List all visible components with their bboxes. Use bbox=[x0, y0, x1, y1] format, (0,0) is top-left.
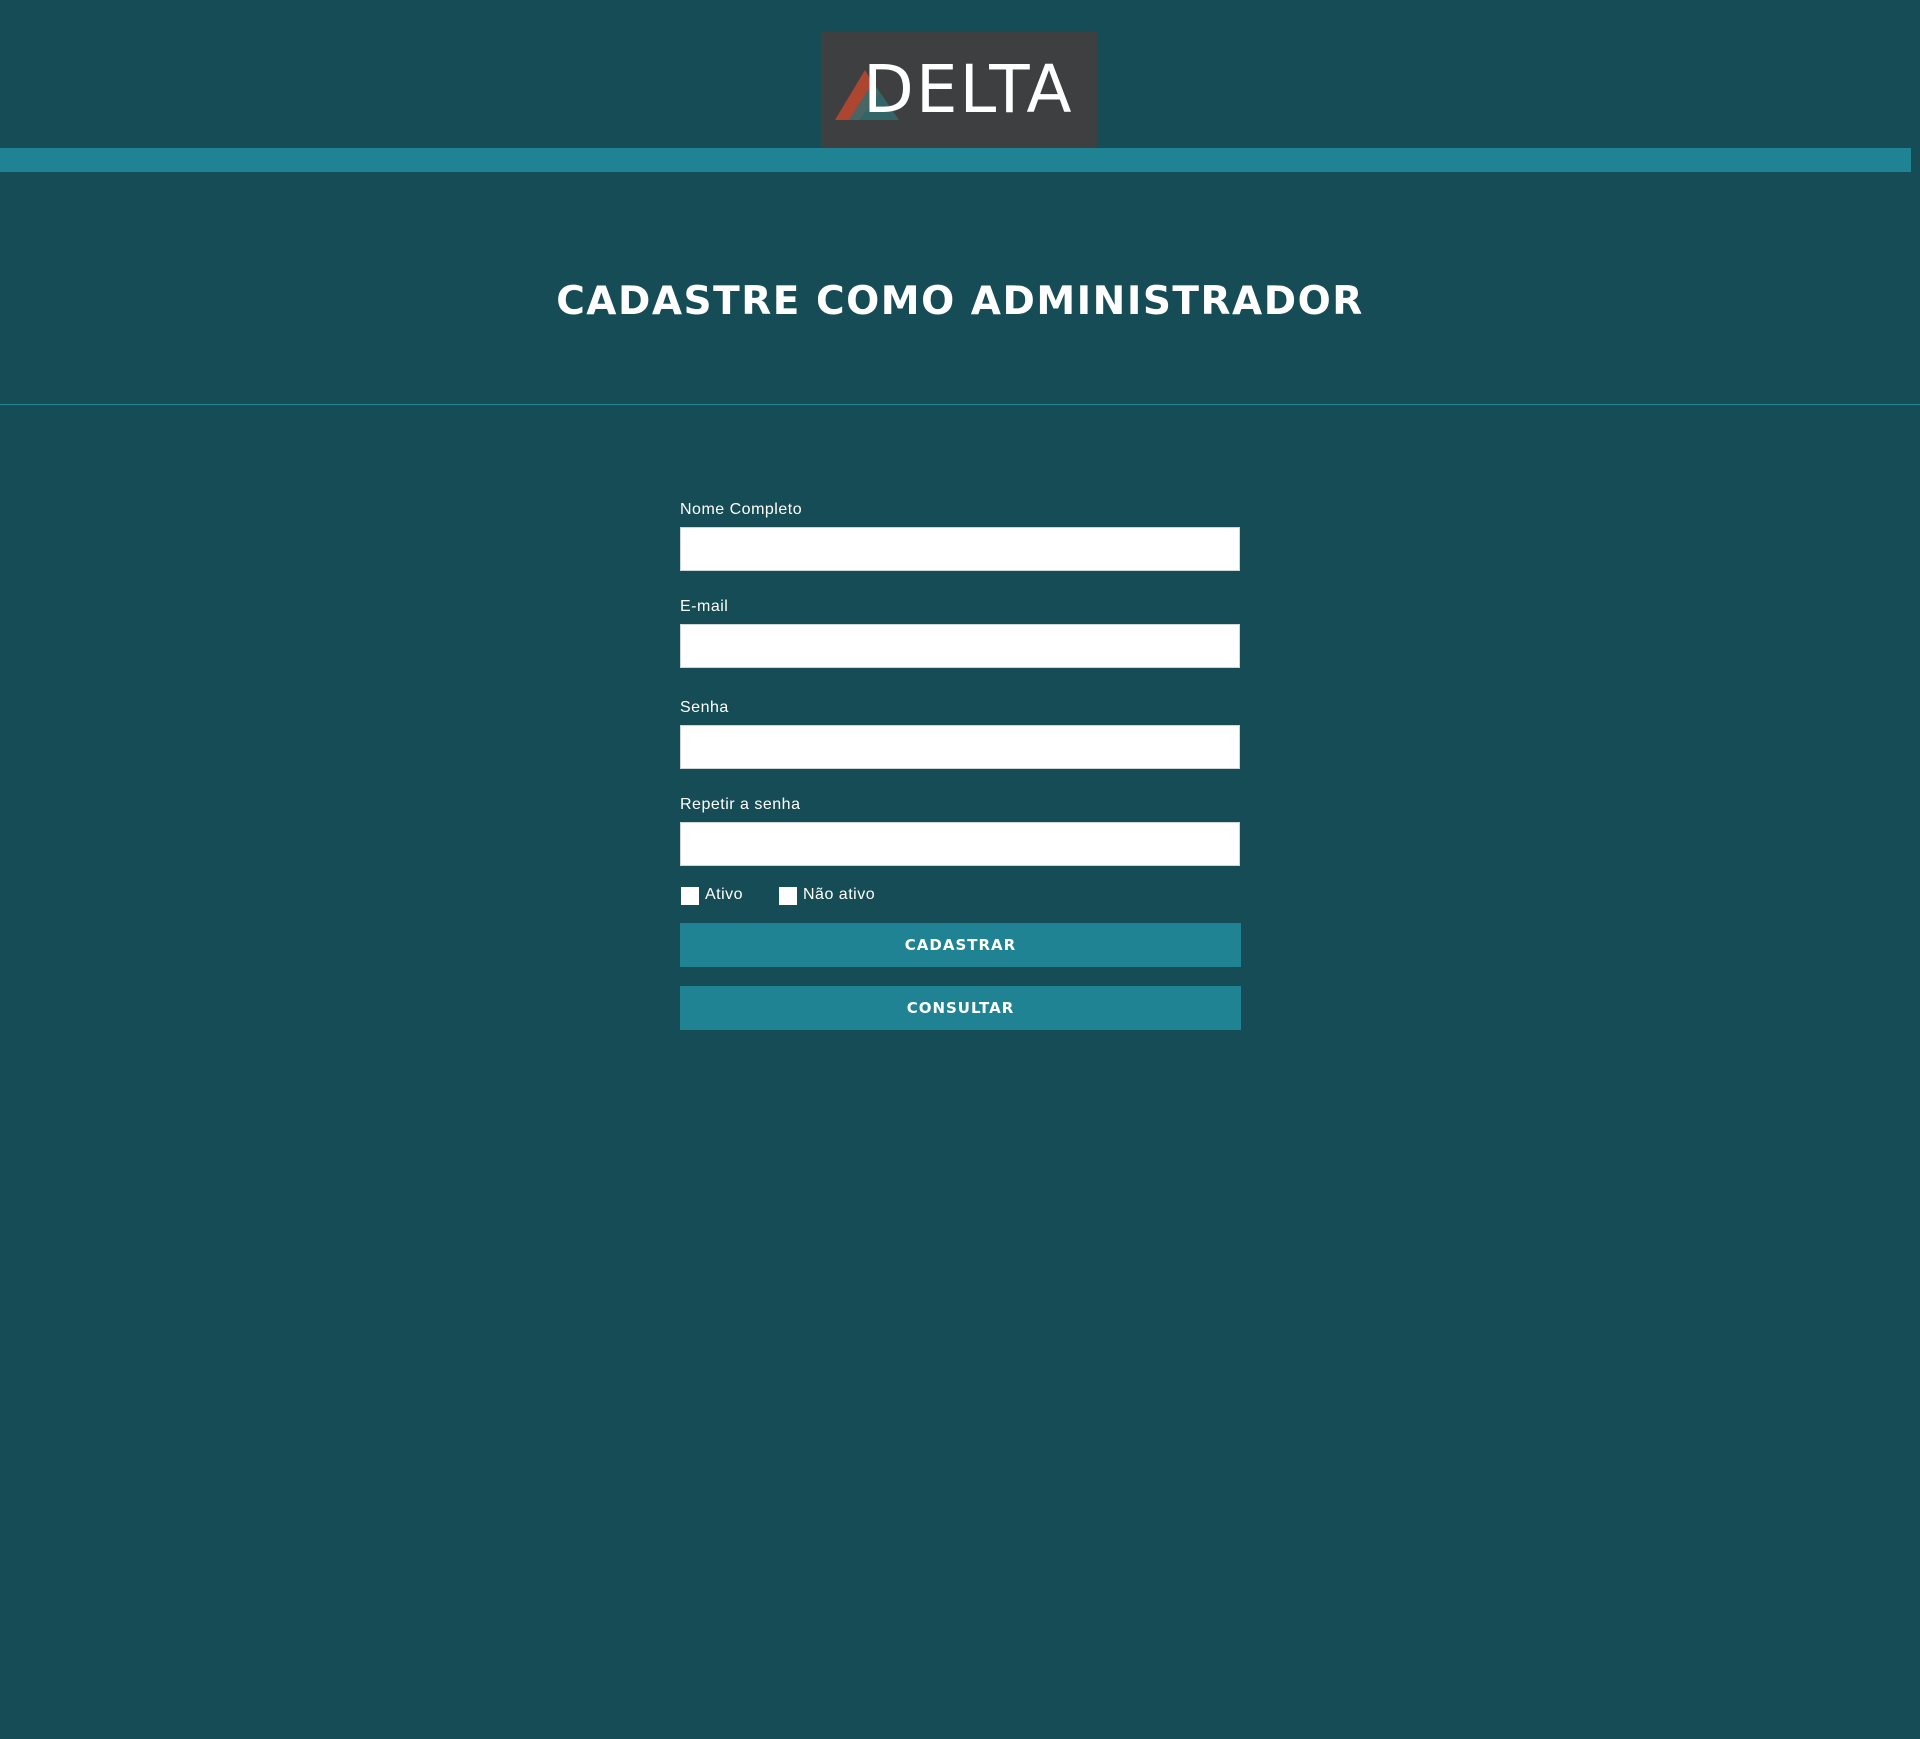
full-name-label: Nome Completo bbox=[680, 501, 803, 518]
repeat-password-label: Repetir a senha bbox=[680, 796, 801, 813]
header-stripe bbox=[0, 148, 1911, 172]
email-input[interactable] bbox=[680, 624, 1240, 668]
divider bbox=[0, 404, 1920, 405]
password-input[interactable] bbox=[680, 725, 1240, 769]
logo: DELTA bbox=[821, 32, 1097, 148]
password-label: Senha bbox=[680, 699, 729, 716]
inactive-checkbox[interactable] bbox=[779, 887, 797, 905]
email-label: E-mail bbox=[680, 598, 729, 615]
full-name-input[interactable] bbox=[680, 527, 1240, 571]
page-title: CADASTRE COMO ADMINISTRADOR bbox=[556, 279, 1364, 324]
active-checkbox-label: Ativo bbox=[705, 886, 744, 903]
consult-button[interactable]: CONSULTAR bbox=[680, 986, 1241, 1030]
repeat-password-input[interactable] bbox=[680, 822, 1240, 866]
logo-text: DELTA bbox=[863, 51, 1074, 128]
active-checkbox[interactable] bbox=[681, 887, 699, 905]
inactive-checkbox-label: Não ativo bbox=[803, 886, 876, 903]
register-button[interactable]: CADASTRAR bbox=[680, 923, 1241, 967]
